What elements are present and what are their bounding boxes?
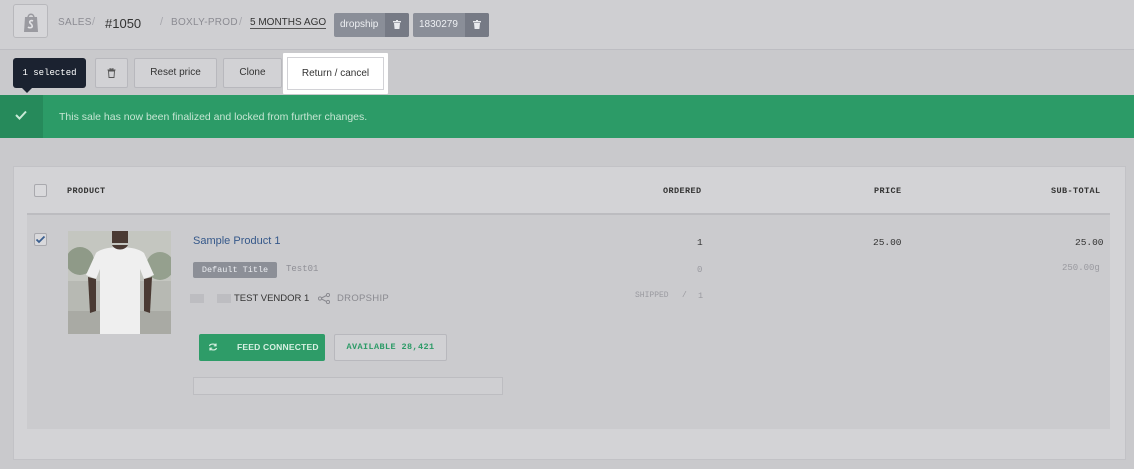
shipped-separator: / xyxy=(682,291,687,300)
remove-tag-button[interactable] xyxy=(465,13,489,37)
shipped-count: 1 xyxy=(698,291,704,301)
banner-message: This sale has now been finalized and loc… xyxy=(59,111,368,123)
table-row xyxy=(27,215,1110,429)
checkmark-icon xyxy=(15,110,27,120)
reset-price-button[interactable]: Reset price xyxy=(134,58,217,88)
remove-tag-button[interactable] xyxy=(385,13,409,37)
breadcrumb-separator: / xyxy=(160,16,164,28)
tag-1830279: 1830279 xyxy=(413,13,489,37)
vendor-name[interactable]: TEST VENDOR 1 xyxy=(234,293,309,304)
vendor-image-placeholder xyxy=(190,294,204,303)
feed-connected-button[interactable]: FEED CONNECTED xyxy=(199,334,325,361)
row-checkbox[interactable] xyxy=(34,233,47,246)
column-header-price: PRICE xyxy=(874,186,902,196)
unit-price: 25.00 xyxy=(873,237,902,248)
top-bar: SALES / #1050 / BOXLY-PROD / 5 MONTHS AG… xyxy=(0,0,1134,50)
finalized-banner: This sale has now been finalized and loc… xyxy=(0,95,1134,138)
availability-badge[interactable]: AVAILABLE 28,421 xyxy=(334,334,447,361)
ordered-secondary-value: 0 xyxy=(697,265,703,275)
tag-label: dropship xyxy=(340,19,379,30)
trash-icon xyxy=(393,20,401,29)
sync-icon xyxy=(208,343,218,351)
return-cancel-button-frame: Return / cancel xyxy=(282,52,389,95)
clone-button[interactable]: Clone xyxy=(223,58,282,88)
tag-dropship: dropship xyxy=(334,13,409,37)
breadcrumb-separator: / xyxy=(239,16,243,28)
shipped-label: SHIPPED xyxy=(635,291,669,300)
share-icon xyxy=(318,293,330,304)
tshirt-model-image xyxy=(68,231,171,334)
column-header-product: PRODUCT xyxy=(67,186,106,196)
variant-badge: Default Title xyxy=(193,262,277,278)
line-subtotal: 25.00 xyxy=(1075,237,1104,248)
trash-icon xyxy=(107,67,116,78)
return-cancel-button[interactable]: Return / cancel xyxy=(287,57,384,90)
product-sku: Test01 xyxy=(286,264,319,274)
order-time-ago[interactable]: 5 MONTHS AGO xyxy=(250,17,327,29)
vendor-image-placeholder xyxy=(217,294,231,303)
store-name: BOXLY-PROD xyxy=(171,17,238,28)
fulfillment-type: DROPSHIP xyxy=(337,293,390,304)
breadcrumb-sales[interactable]: SALES xyxy=(58,17,92,28)
line-note-input[interactable] xyxy=(193,377,503,395)
banner-check-box xyxy=(0,95,43,138)
checkmark-icon xyxy=(35,235,46,244)
product-name-link[interactable]: Sample Product 1 xyxy=(193,235,280,247)
feed-connected-label: FEED CONNECTED xyxy=(237,342,319,352)
select-all-checkbox[interactable] xyxy=(34,184,47,197)
order-number: #1050 xyxy=(105,16,142,31)
selected-count-tooltip: 1 selected xyxy=(13,58,86,93)
breadcrumb-separator: / xyxy=(92,16,96,28)
delete-button[interactable] xyxy=(95,58,128,88)
column-header-ordered: ORDERED xyxy=(663,186,702,196)
shopify-bag-icon xyxy=(24,13,38,32)
line-weight: 250.00g xyxy=(1062,263,1100,273)
store-logo[interactable] xyxy=(13,4,48,38)
ordered-quantity: 1 xyxy=(697,237,703,248)
column-header-subtotal: SUB-TOTAL xyxy=(1051,186,1101,196)
tag-label: 1830279 xyxy=(419,19,458,30)
trash-icon xyxy=(473,20,481,29)
product-image[interactable] xyxy=(68,231,171,334)
